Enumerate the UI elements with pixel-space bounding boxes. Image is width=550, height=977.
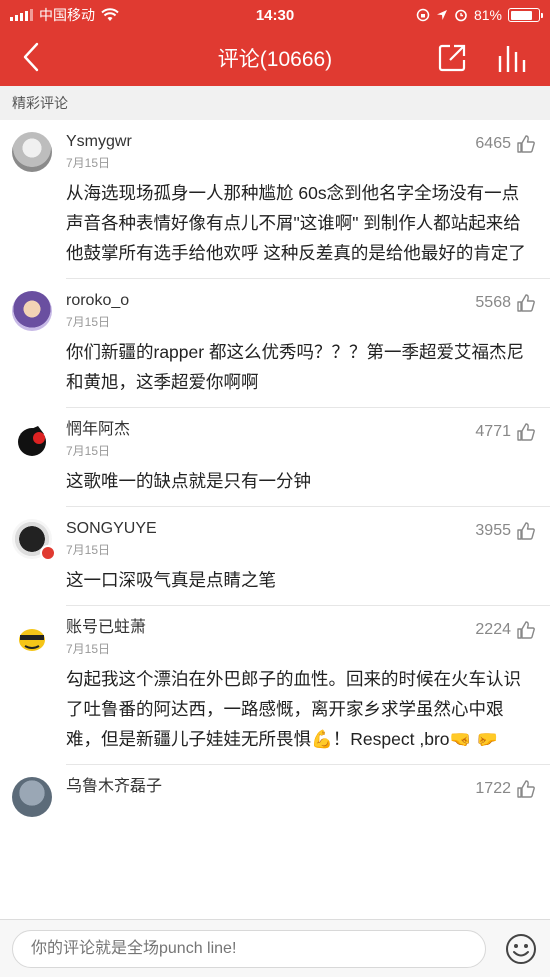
thumbs-up-icon: [517, 780, 535, 798]
back-icon: [23, 42, 39, 72]
like-count: 2224: [475, 621, 511, 638]
like-count: 4771: [475, 423, 511, 440]
comment-username[interactable]: roroko_o: [66, 291, 475, 311]
comment-input-bar: [0, 919, 550, 977]
comment-list: Ysmygwr 7月15日 6465 从海选现场孤身一人那种尴尬 60s念到他名…: [0, 120, 550, 817]
comment-item[interactable]: Ysmygwr 7月15日 6465 从海选现场孤身一人那种尴尬 60s念到他名…: [0, 120, 550, 278]
verified-badge-icon: [40, 545, 56, 561]
like-button[interactable]: 1722: [475, 779, 536, 799]
comment-date: 7月15日: [66, 156, 111, 170]
like-button[interactable]: 3955: [475, 521, 536, 541]
comment-item[interactable]: 惘年阿杰 7月15日 4771 这歌唯一的缺点就是只有一分钟: [0, 408, 550, 506]
like-count: 5568: [475, 294, 511, 311]
like-count: 3955: [475, 522, 511, 539]
battery-icon: [508, 8, 543, 22]
alarm-icon: [455, 9, 467, 22]
status-bar: 中国移动 14:30 81%: [0, 0, 550, 30]
comment-item[interactable]: SONGYUYE 7月15日 3955 这一口深吸气真是点睛之笔: [0, 507, 550, 605]
comment-item[interactable]: 乌鲁木齐磊子 1722: [0, 765, 550, 817]
comment-text: 这一口深吸气真是点睛之笔: [66, 570, 276, 590]
comment-date: 7月15日: [66, 444, 111, 458]
comment-input[interactable]: [12, 929, 486, 968]
comment-username[interactable]: Ysmygwr: [66, 132, 475, 152]
smiley-icon[interactable]: [504, 932, 538, 966]
comment-text: 勾起我这个漂泊在外巴郎子的血性。回来的时候在火车认识了吐鲁番的阿达西，一路感慨，…: [66, 669, 521, 749]
wifi-icon: [101, 8, 119, 21]
comment-username[interactable]: 账号已蛀萧: [66, 618, 475, 638]
like-count: 6465: [475, 135, 511, 152]
comment-date: 7月15日: [66, 642, 111, 656]
thumbs-up-icon: [517, 135, 535, 153]
comment-text: 你们新疆的rapper 都这么优秀吗？？？第一季超爱艾福杰尼和黄旭，这季超爱你啊…: [66, 342, 524, 392]
avatar[interactable]: [12, 777, 52, 817]
carrier-label: 中国移动: [39, 7, 95, 23]
thumbs-up-icon: [517, 522, 535, 540]
avatar[interactable]: [12, 618, 52, 658]
share-icon: [438, 44, 466, 72]
like-button[interactable]: 6465: [475, 134, 536, 154]
like-count: 1722: [475, 780, 511, 797]
comment-text: 从海选现场孤身一人那种尴尬 60s念到他名字全场没有一点声音各种表情好像有点儿不…: [66, 183, 526, 263]
comment-username[interactable]: 乌鲁木齐磊子: [66, 777, 475, 797]
stats-icon: [498, 46, 526, 72]
comment-date: 7月15日: [66, 315, 111, 329]
avatar[interactable]: [12, 519, 56, 561]
share-button[interactable]: [436, 42, 468, 74]
battery-percent: 81%: [473, 7, 502, 23]
avatar[interactable]: [12, 132, 52, 172]
rotation-lock-icon: [416, 8, 430, 22]
like-button[interactable]: 4771: [475, 422, 536, 442]
stats-button[interactable]: [496, 42, 528, 74]
back-button[interactable]: [22, 42, 52, 72]
thumbs-up-icon: [517, 423, 535, 441]
comment-username[interactable]: 惘年阿杰: [66, 420, 475, 440]
location-icon: [436, 10, 447, 20]
avatar[interactable]: [12, 291, 52, 331]
comment-date: 7月15日: [66, 543, 111, 557]
signal-icon: [10, 9, 33, 21]
comment-item[interactable]: roroko_o 7月15日 5568 你们新疆的rapper 都这么优秀吗？？…: [0, 279, 550, 407]
thumbs-up-icon: [517, 621, 535, 639]
comment-username[interactable]: SONGYUYE: [66, 519, 475, 539]
header: 中国移动 14:30 81% 评论(10666): [0, 0, 550, 86]
section-header: 精彩评论: [0, 86, 550, 120]
navbar: 评论(10666): [0, 30, 550, 86]
avatar-graphic: [18, 426, 46, 456]
like-button[interactable]: 2224: [475, 620, 536, 640]
avatar-graphic: [19, 629, 45, 651]
avatar[interactable]: [12, 420, 52, 460]
comment-item[interactable]: 账号已蛀萧 7月15日 2224 勾起我这个漂泊在外巴郎子的血性。回来的时候在火…: [0, 606, 550, 764]
like-button[interactable]: 5568: [475, 293, 536, 313]
comment-text: 这歌唯一的缺点就是只有一分钟: [66, 471, 311, 491]
page-title: 评论(10666): [217, 48, 333, 71]
thumbs-up-icon: [517, 294, 535, 312]
